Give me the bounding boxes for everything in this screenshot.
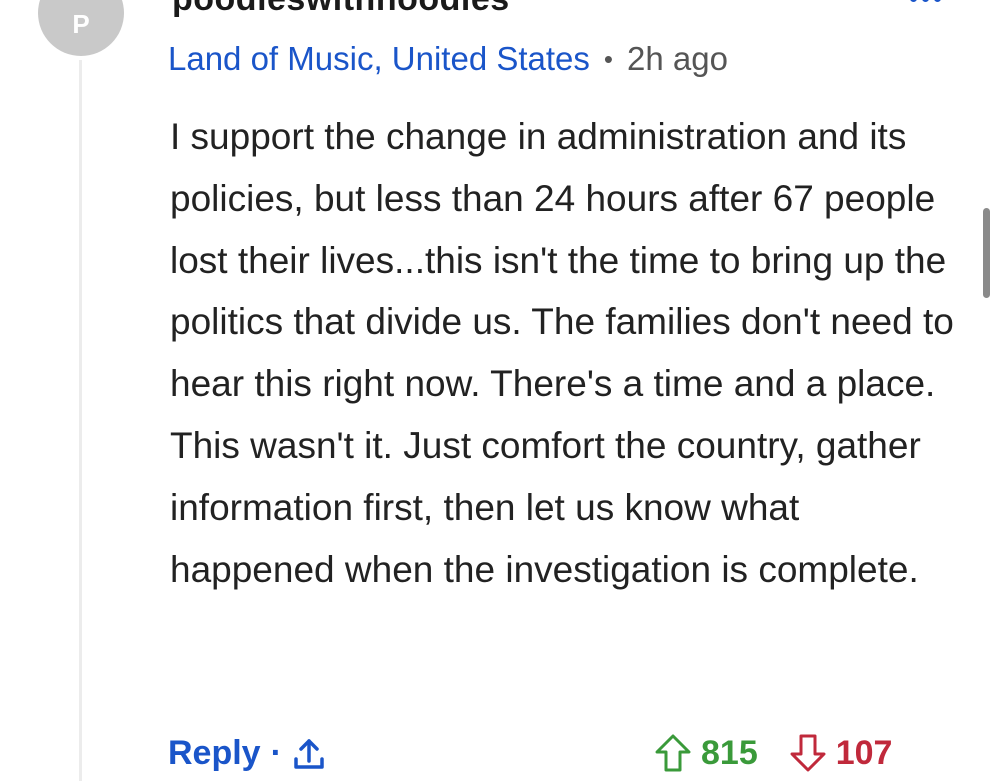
upvote-count: 815: [701, 733, 758, 772]
downvote-button[interactable]: 107: [788, 732, 893, 774]
meta-separator: •: [603, 43, 614, 74]
timestamp: 2h ago: [627, 40, 728, 77]
arrow-up-icon: [655, 734, 691, 772]
thread-line: [79, 60, 82, 781]
username[interactable]: poodleswithhoodies: [172, 0, 510, 19]
comment-actions: Reply ·: [168, 728, 326, 778]
comment-body: I support the change in administration a…: [170, 116, 954, 590]
comment-meta: Land of Music, United States • 2h ago: [168, 40, 728, 78]
actions-separator: ·: [270, 733, 282, 772]
reply-button[interactable]: Reply: [168, 734, 261, 773]
avatar[interactable]: P: [38, 0, 124, 56]
location-link[interactable]: Land of Music, United States: [168, 40, 590, 78]
downvote-count: 107: [835, 733, 893, 772]
share-icon[interactable]: [292, 733, 326, 773]
more-options-icon[interactable]: [908, 0, 942, 6]
upvote-button[interactable]: 815: [653, 732, 758, 774]
scrollbar[interactable]: [983, 208, 990, 298]
comment-card: P poodleswithhoodies Land of Music, Unit…: [0, 0, 1000, 781]
avatar-letter: P: [72, 8, 90, 39]
arrow-down-icon: [790, 734, 826, 772]
vote-controls: 815 107: [653, 728, 892, 778]
